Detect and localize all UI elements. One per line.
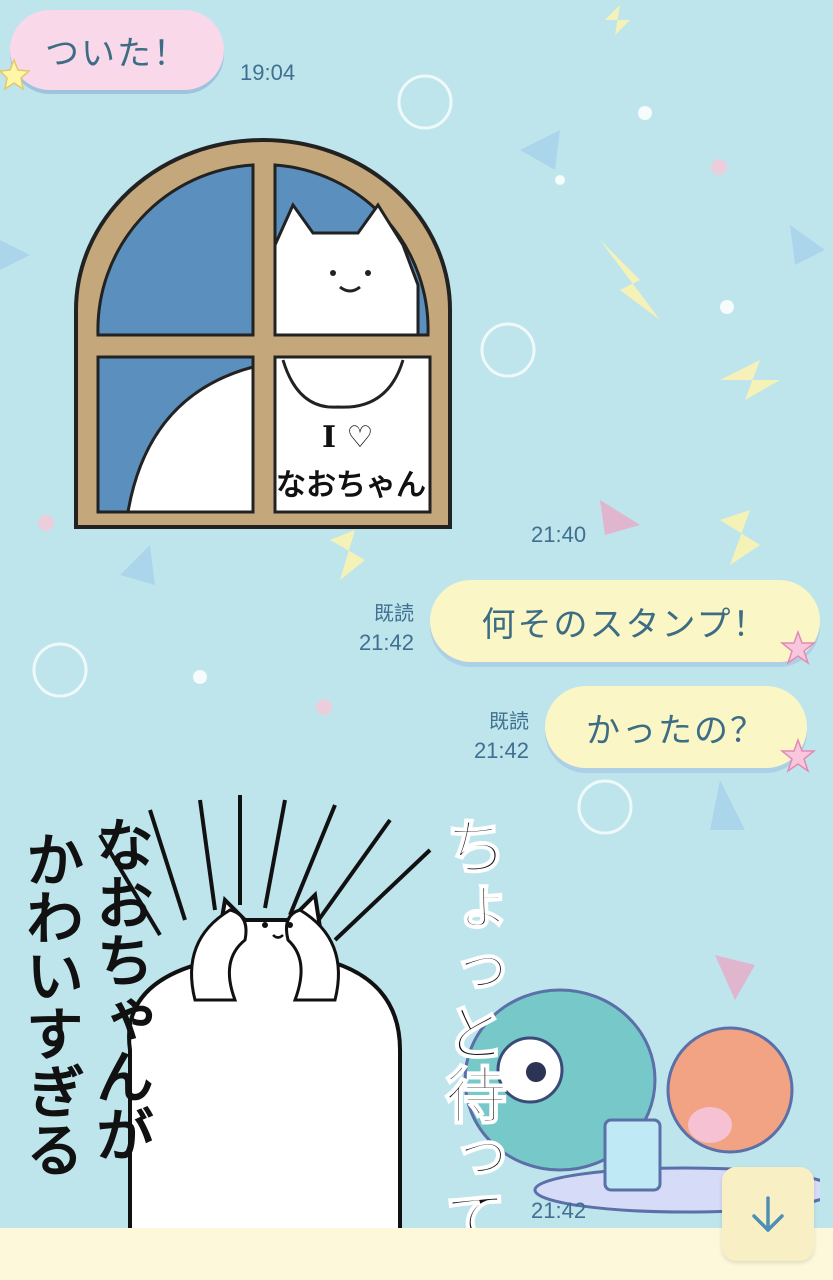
message-time: 21:42 bbox=[473, 738, 529, 763]
star-icon bbox=[780, 630, 816, 665]
message-bubble-outgoing[interactable]: 何そのスタンプ！ bbox=[430, 580, 820, 662]
message-bubble-outgoing[interactable]: かったの？ bbox=[545, 686, 807, 768]
read-receipt: 既読 21:42 bbox=[330, 598, 414, 658]
read-label: 既読 bbox=[374, 601, 414, 625]
read-label: 既読 bbox=[489, 709, 529, 733]
scroll-to-bottom-button[interactable] bbox=[722, 1167, 814, 1261]
message-text: かったの？ bbox=[586, 710, 766, 751]
message-text: 何そのスタンプ！ bbox=[481, 604, 769, 645]
sticker-text-name: なおちゃん bbox=[276, 468, 426, 503]
message-time: 21:42 bbox=[531, 1198, 587, 1223]
star-icon bbox=[780, 738, 816, 773]
message-bubble-incoming[interactable]: ついた！ bbox=[10, 10, 224, 90]
input-bar-edge bbox=[0, 1228, 833, 1280]
arrow-down-icon bbox=[752, 1196, 784, 1232]
sticker-text-wait: ちょっと待って bbox=[433, 814, 508, 1250]
message-time: 21:40 bbox=[531, 522, 587, 547]
sticker-text-love: I ♡ bbox=[322, 420, 374, 455]
sticker-text-name: なおちゃんが bbox=[86, 815, 154, 1163]
read-receipt: 既読 21:42 bbox=[445, 706, 529, 766]
sticker-text-cute: かわいすぎる bbox=[16, 830, 84, 1178]
message-time: 19:04 bbox=[240, 60, 296, 85]
message-text: ついた！ bbox=[45, 33, 189, 74]
message-time: 21:42 bbox=[358, 630, 414, 655]
star-icon bbox=[0, 58, 30, 91]
